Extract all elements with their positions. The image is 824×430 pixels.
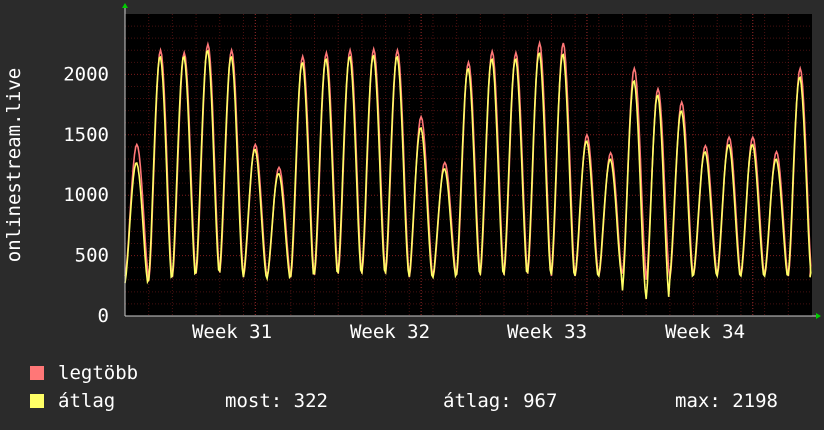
y-tick-label: 1500 [63,124,109,146]
x-tick-label: Week 34 [665,321,745,343]
stat-atlag: átlag: 967 [443,390,558,412]
legend-label-atlag: átlag [58,390,116,412]
y-tick-label: 2000 [63,63,109,85]
legend-item-atlag: átlag [30,390,115,412]
y-axis-arrow-icon [122,3,128,8]
x-tick-label: Week 31 [192,321,272,343]
stat-max: max: 2198 [675,390,778,412]
stat-most: most: 322 [225,390,328,412]
x-tick-label: Week 33 [507,321,587,343]
x-tick-label: Week 32 [350,321,430,343]
y-tick-label: 1000 [63,184,109,206]
y-axis-label: onlinestream.live [3,67,25,263]
legend-swatch-legtobb [30,366,44,380]
y-tick-label: 0 [98,305,109,327]
y-tick-label: 500 [75,245,109,267]
legend-item-legtobb: legtöbb [30,362,138,384]
legend-label-legtobb: legtöbb [58,362,139,384]
x-axis-arrow-icon [816,313,821,319]
legend-swatch-atlag [30,394,44,408]
